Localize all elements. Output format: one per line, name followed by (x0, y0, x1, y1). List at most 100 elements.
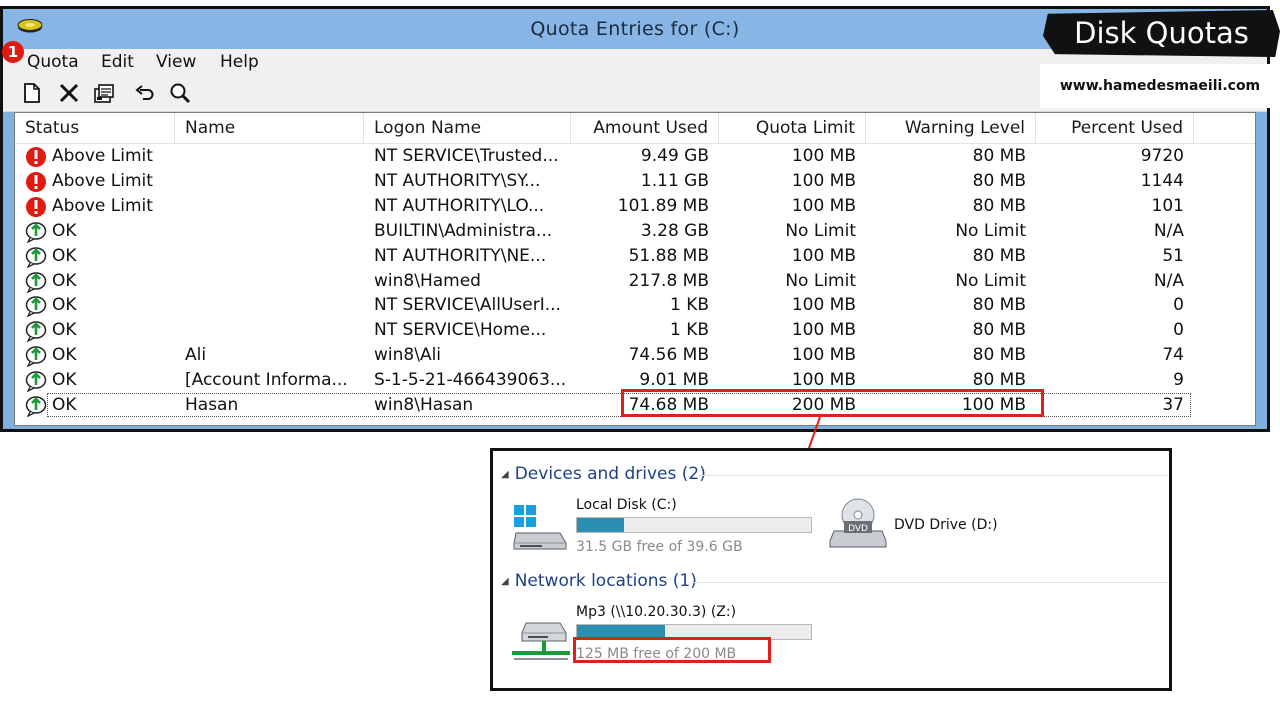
percent-cell: 101 (1151, 195, 1184, 216)
percent-cell: 37 (1162, 395, 1184, 415)
column-logon-name[interactable]: Logon Name (364, 113, 571, 143)
local-disk-free-space: 31.5 GB free of 39.6 GB (576, 539, 743, 555)
name-cell (185, 169, 357, 194)
status-cell: OK (52, 245, 77, 266)
dvd-drive-name[interactable]: DVD Drive (D:) (894, 517, 998, 533)
local-disk-name[interactable]: Local Disk (C:) (576, 497, 677, 513)
logon-cell: win8\Ali (374, 345, 442, 366)
find-icon[interactable] (168, 81, 192, 105)
local-disk-usage-bar (576, 517, 812, 533)
used-cell: 217.8 MB (628, 270, 709, 291)
status-cell: OK (52, 220, 77, 241)
highlight-box-free-space (573, 637, 771, 663)
table-row[interactable]: OK BUILTIN\Administra... 3.28 GB No Limit No… (15, 219, 1255, 244)
warning-cell: 80 MB (972, 345, 1026, 366)
percent-cell: 1144 (1140, 170, 1184, 191)
above-limit-icon (26, 196, 46, 217)
table-row[interactable]: OK win8\Hamed 217.8 MB No Limit No Limit N/A (15, 269, 1255, 294)
used-cell: 1.11 GB (640, 170, 709, 191)
table-row[interactable]: OK NT SERVICE\AllUserI... 1 KB 100 MB 80 MB 0 (15, 293, 1255, 318)
menu-quota[interactable]: Quota (27, 52, 79, 72)
network-locations-heading[interactable]: ◢ Network locations (1) (501, 571, 697, 591)
disk-quotas-label: Disk Quotas (1043, 10, 1280, 57)
warning-cell: No Limit (955, 220, 1026, 241)
table-row[interactable]: Above Limit NT AUTHORITY\SY... 1.11 GB 100 … (15, 169, 1255, 194)
divider (699, 475, 1169, 476)
warning-cell: 80 MB (972, 195, 1026, 216)
used-cell: 1 KB (669, 320, 709, 341)
warning-cell: 80 MB (972, 245, 1026, 266)
warning-cell: No Limit (955, 270, 1026, 291)
table-row[interactable]: OK NT AUTHORITY\NE... 51.88 MB 100 MB 80 MB 5… (15, 244, 1255, 269)
menu-help[interactable]: Help (220, 52, 259, 72)
warning-cell: 80 MB (972, 320, 1026, 341)
dvd-drive-icon[interactable]: DVD (828, 497, 888, 553)
network-drive-icon[interactable] (510, 617, 572, 667)
logon-cell: win8\Hamed (374, 270, 481, 291)
column-name[interactable]: Name (175, 113, 364, 143)
percent-cell: N/A (1153, 220, 1184, 241)
ok-status-icon (25, 321, 47, 343)
ok-status-icon (25, 396, 47, 417)
logon-cell: NT SERVICE\Trusted... (374, 146, 559, 166)
used-cell: 1 KB (669, 295, 709, 316)
table-row[interactable]: Above Limit NT AUTHORITY\LO... 101.89 MB 10… (15, 194, 1255, 219)
name-cell: Ali (185, 345, 207, 366)
network-drive-name[interactable]: Mp3 (\\10.20.30.3) (Z:) (576, 604, 736, 620)
column-status[interactable]: Status (15, 113, 175, 143)
logon-cell: NT AUTHORITY\SY... (374, 170, 541, 191)
status-cell: OK (52, 320, 77, 341)
name-cell (185, 269, 357, 294)
percent-cell: 9720 (1140, 146, 1184, 166)
ok-status-icon (25, 221, 47, 243)
limit-cell: 100 MB (791, 146, 856, 166)
highlight-box-hasan-row (621, 389, 1044, 417)
percent-cell: 0 (1173, 320, 1184, 341)
name-cell (185, 194, 357, 219)
column-amount-used[interactable]: Amount Used (571, 113, 719, 143)
status-cell: Above Limit (52, 146, 153, 166)
status-cell: OK (52, 370, 77, 391)
name-cell (185, 144, 357, 169)
step-number-badge: 1 (2, 41, 24, 63)
menu-edit[interactable]: Edit (101, 52, 134, 72)
name-cell: [Account Informa... (185, 370, 348, 391)
column-warning-level[interactable]: Warning Level (866, 113, 1036, 143)
limit-cell: 100 MB (791, 295, 856, 316)
dvd-badge-text: DVD (848, 524, 868, 534)
logon-cell: BUILTIN\Administra... (374, 220, 553, 241)
undo-icon[interactable] (132, 81, 156, 105)
table-row[interactable]: Above Limit NT SERVICE\Trusted... 9.49 GB 1… (15, 144, 1255, 169)
used-cell: 3.28 GB (640, 220, 709, 241)
limit-cell: 100 MB (791, 320, 856, 341)
used-cell: 9.49 GB (640, 146, 709, 166)
warning-cell: 80 MB (972, 295, 1026, 316)
new-entry-icon[interactable] (20, 81, 44, 105)
status-cell: OK (52, 270, 77, 291)
website-label: www.hamedesmaeili.com (1040, 64, 1280, 108)
collapse-triangle-icon: ◢ (501, 469, 509, 480)
properties-icon[interactable] (92, 81, 116, 105)
percent-cell: 74 (1162, 345, 1184, 366)
column-percent-used[interactable]: Percent Used (1036, 113, 1194, 143)
name-cell (185, 219, 357, 244)
table-row[interactable]: OK Ali win8\Ali 74.56 MB 100 MB 80 MB 74 (15, 343, 1255, 368)
ok-status-icon (25, 271, 47, 293)
name-cell (185, 244, 357, 269)
used-cell: 74.56 MB (628, 345, 709, 366)
limit-cell: No Limit (785, 270, 856, 291)
logon-cell: NT SERVICE\Home... (374, 320, 547, 341)
warning-cell: 80 MB (972, 146, 1026, 166)
logon-cell: NT AUTHORITY\LO... (374, 195, 545, 216)
column-quota-limit[interactable]: Quota Limit (719, 113, 866, 143)
network-heading-label: Network locations (1) (514, 571, 697, 591)
delete-icon[interactable] (57, 81, 81, 105)
table-row[interactable]: OK NT SERVICE\Home... 1 KB 100 MB 80 MB 0 (15, 318, 1255, 343)
warning-cell: 80 MB (972, 170, 1026, 191)
limit-cell: No Limit (785, 220, 856, 241)
logon-cell: NT AUTHORITY\NE... (374, 245, 547, 266)
used-cell: 51.88 MB (628, 245, 709, 266)
local-disk-icon[interactable] (510, 503, 568, 555)
menu-view[interactable]: View (156, 52, 196, 72)
devices-and-drives-heading[interactable]: ◢ Devices and drives (2) (501, 464, 706, 484)
